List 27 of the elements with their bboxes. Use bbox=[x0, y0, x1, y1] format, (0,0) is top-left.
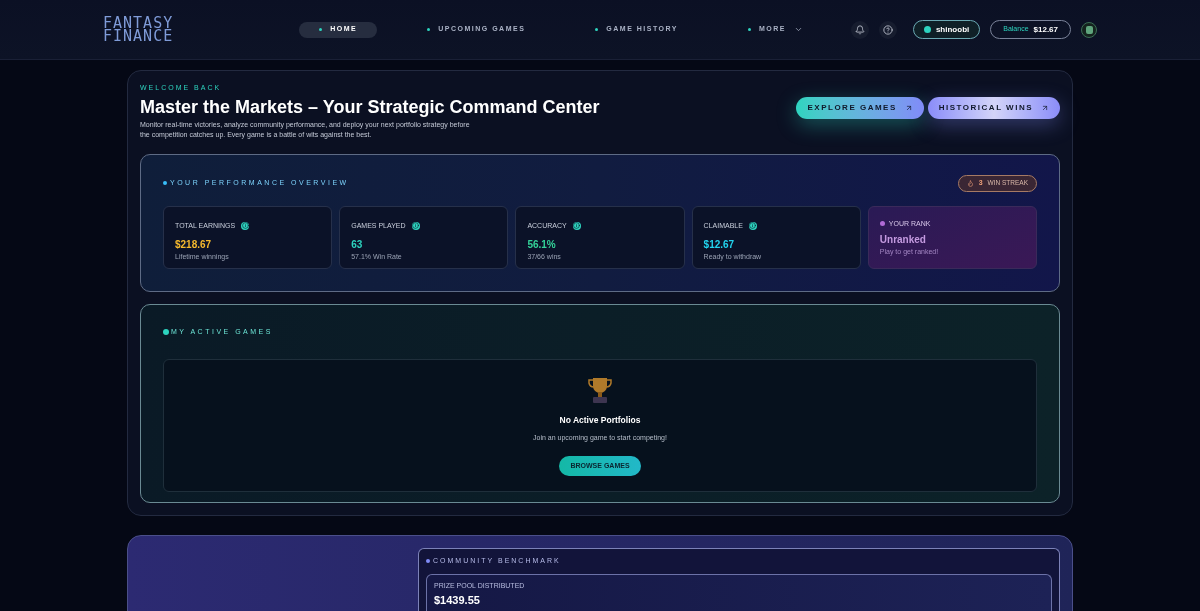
page-title: Master the Markets – Your Strategic Command Center bbox=[140, 95, 600, 118]
balance-value: $12.67 bbox=[1033, 23, 1058, 36]
chevron-down-icon bbox=[794, 25, 804, 34]
info-icon bbox=[411, 221, 420, 230]
avatar[interactable] bbox=[1081, 21, 1097, 38]
stat-value: $218.67 bbox=[175, 238, 213, 252]
help-icon bbox=[882, 24, 893, 35]
stat-value: 56.1% bbox=[527, 238, 557, 252]
bell-icon bbox=[854, 24, 865, 35]
info-icon bbox=[748, 221, 757, 230]
rank-value: Unranked bbox=[879, 233, 927, 247]
stat-value: 63 bbox=[351, 238, 364, 252]
trophy-icon bbox=[588, 376, 612, 404]
hero-button[interactable]: HISTORICAL WINS bbox=[927, 97, 1060, 119]
logo[interactable]: FANTASY FINANCE bbox=[103, 16, 174, 43]
info-icon bbox=[241, 221, 250, 230]
prize-value: $1439.55 bbox=[434, 593, 481, 608]
help-button[interactable] bbox=[878, 20, 897, 39]
notifications-button[interactable] bbox=[850, 20, 869, 39]
arrow-up-right-icon bbox=[904, 104, 913, 112]
stat-value: $12.67 bbox=[703, 238, 736, 252]
empty-title: No Active Portfolios bbox=[559, 414, 641, 427]
flame-icon bbox=[966, 179, 974, 187]
hero-button[interactable]: EXPLORE GAMES bbox=[796, 97, 924, 119]
arrow-up-right-icon bbox=[1041, 104, 1049, 112]
info-icon bbox=[572, 221, 581, 230]
user-pill[interactable]: shinoobi bbox=[912, 20, 981, 39]
